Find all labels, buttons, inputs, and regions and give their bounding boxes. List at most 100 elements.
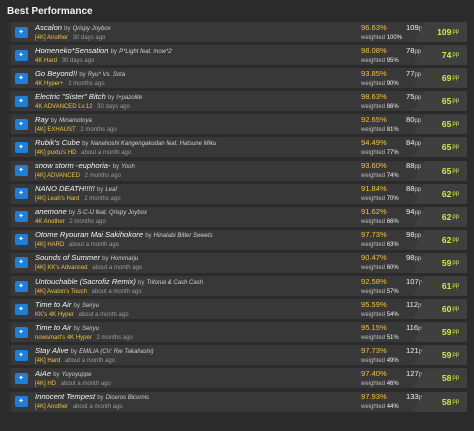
time-ago: about a month ago	[81, 149, 132, 156]
song-info: Stay Alive by EMILIA (CV: Rie Takahashi)…	[31, 345, 325, 365]
score-row[interactable]: ✦ Innocent Tempest by Diceros Bicornis […	[7, 391, 467, 412]
weighted-label: weighted	[361, 380, 387, 387]
weighted-pp-value: 62	[441, 211, 452, 222]
song-title[interactable]: Time to Air	[35, 300, 71, 309]
difficulty-name: [4K] Another	[35, 404, 69, 410]
song-info: anemone by S-C-U feat. Qrispy Joybox 4K …	[31, 207, 325, 227]
mania-mode-icon: ✦	[14, 396, 28, 407]
by-label: by	[73, 302, 80, 309]
difficulty-name: 4K Hyper+	[35, 80, 64, 87]
time-ago: 30 days ago	[72, 34, 106, 41]
score-row[interactable]: ✦ Time to Air by Seiryu nowsmart's 4K Hy…	[7, 322, 467, 343]
time-ago: 2 months ago	[80, 126, 117, 133]
song-title[interactable]: Time to Air	[35, 323, 71, 332]
score-row[interactable]: ✦ Stay Alive by EMILIA (CV: Rie Takahash…	[7, 345, 467, 366]
mode-icon-wrap: ✦	[11, 230, 31, 250]
score-row[interactable]: ✦ Electric "Sister" Bitch by t+pazolite …	[7, 91, 467, 112]
song-title[interactable]: Otome Ryouran Mai Sakihokore	[35, 230, 143, 239]
difficulty-name: [4K] Another	[35, 34, 69, 41]
mode-icon-wrap: ✦	[11, 392, 31, 412]
weighted-percent: 51%	[386, 334, 399, 341]
time-ago: about a month ago	[91, 288, 142, 295]
mania-mode-icon: ✦	[14, 372, 28, 384]
accuracy: 98.08%	[361, 45, 387, 55]
song-artist: Diceros Bicornis	[105, 395, 150, 401]
weighted-label: weighted	[361, 404, 387, 410]
song-title[interactable]: Homeneko*Sensation	[35, 46, 108, 55]
accuracy: 97.73%	[361, 345, 387, 355]
song-artist: Yuyoyuppe	[61, 371, 92, 378]
song-title[interactable]: Innocent Tempest	[35, 392, 95, 401]
score-row[interactable]: ✦ anemone by S-C-U feat. Qrispy Joybox 4…	[7, 206, 467, 227]
weighted-pp-unit: pp	[452, 144, 459, 151]
weighted-pp-unit: pp	[452, 352, 459, 359]
by-label: by	[145, 233, 152, 240]
difficulty-name: [4K] HARD	[35, 242, 65, 249]
score-row[interactable]: ✦ Rubik's Cube by Nanahoshi Kangengakuda…	[7, 137, 467, 158]
song-title[interactable]: Stay Alive	[35, 346, 68, 355]
song-artist: Tritonal & Cash Cash	[146, 279, 204, 286]
song-title[interactable]: Go Beyond!!	[35, 69, 77, 78]
by-label: by	[107, 94, 115, 101]
weighted-pp-value: 59	[441, 350, 452, 361]
time-ago: 30 days ago	[61, 57, 95, 64]
score-row[interactable]: ✦ Ray by Minamotoya [4K] EXHAUST 2 month…	[7, 114, 467, 135]
raw-pp: 88pp	[406, 184, 421, 195]
weighted-percent: 74%	[386, 173, 399, 180]
score-row[interactable]: ✦ Time to Air by Seiryu KK's 4K Hyper ab…	[7, 299, 467, 320]
weighted-pp-unit: pp	[452, 259, 459, 266]
by-label: by	[138, 279, 145, 286]
score-row[interactable]: ✦ NANO DEATH!!!!! by Leaf [4K] Leah's Ha…	[7, 183, 467, 204]
song-title[interactable]: anemone	[35, 207, 67, 216]
weighted-pp-value: 74	[441, 50, 452, 61]
weighted-label: weighted	[361, 196, 387, 203]
weighted-label: weighted	[361, 242, 387, 249]
song-title[interactable]: Ray	[35, 115, 49, 124]
score-row[interactable]: ✦ Otome Ryouran Mai Sakihokore by Hinata…	[7, 229, 467, 250]
weighted-percent: 86%	[386, 103, 399, 110]
score-row[interactable]: ✦ Sounds of Summer by Hommarju [4K] KK's…	[7, 252, 467, 273]
weighted-pp-unit: pp	[452, 398, 459, 405]
weighted-pp-value: 58	[441, 396, 452, 407]
song-artist: Hinatabi Bitter Sweets	[153, 233, 213, 240]
weighted-pp-value: 65	[441, 142, 452, 153]
song-info: Innocent Tempest by Diceros Bicornis [4K…	[31, 392, 325, 412]
mania-mode-icon: ✦	[14, 26, 28, 38]
raw-pp: 84pp	[406, 138, 421, 149]
score-row[interactable]: ✦ Homeneko*Sensation by P*Light feat. mo…	[7, 45, 467, 66]
song-title[interactable]: Electric "Sister" Bitch	[35, 92, 106, 101]
song-title[interactable]: Sounds of Summer	[35, 253, 100, 262]
score-row[interactable]: ✦ Untouchable (Sacrofiz Remix) by Triton…	[7, 276, 467, 297]
time-ago: 2 months ago	[69, 219, 106, 226]
accuracy: 91.62%	[361, 207, 387, 217]
mania-mode-icon: ✦	[14, 349, 28, 361]
score-row[interactable]: ✦ Ascalon by Qrispy Joybox [4K] Another …	[7, 22, 467, 42]
weighted-pp-value: 109	[437, 27, 452, 37]
score-row[interactable]: ✦ Go Beyond!! by Ryu* Vs. Sota 4K Hyper+…	[7, 68, 467, 89]
score-row[interactable]: ✦ AiAe by Yuyoyuppe [4K] HD about a mont…	[7, 368, 467, 389]
song-info: Homeneko*Sensation by P*Light feat. mow*…	[31, 45, 325, 65]
weighted-percent: 44%	[386, 404, 399, 410]
song-title[interactable]: Rubik's Cube	[35, 138, 80, 147]
mode-icon-wrap: ✦	[11, 184, 31, 204]
time-ago: 2 months ago	[96, 334, 133, 341]
score-row[interactable]: ✦ snow storm -euphoria- by Yooh [4K] ADV…	[7, 160, 467, 181]
weighted-pp-unit: pp	[452, 236, 459, 243]
song-title[interactable]: snow storm -euphoria-	[35, 161, 111, 170]
weighted-label: weighted	[361, 126, 387, 133]
song-title[interactable]: Untouchable (Sacrofiz Remix)	[35, 277, 136, 286]
song-artist: Seiryu	[81, 302, 99, 309]
song-title[interactable]: NANO DEATH!!!!!	[35, 184, 95, 193]
song-info: Electric "Sister" Bitch by t+pazolite 4K…	[31, 91, 325, 111]
weighted-pp-unit: pp	[452, 375, 459, 382]
weighted-pp-unit: pp	[452, 121, 459, 128]
by-label: by	[82, 140, 89, 147]
weighted-pp-value: 65	[441, 96, 452, 107]
song-title[interactable]: AiAe	[35, 369, 51, 378]
raw-pp: 80pp	[406, 115, 421, 126]
song-title[interactable]: Ascalon	[35, 23, 62, 32]
difficulty-name: nowsmart's 4K Hyper	[35, 334, 92, 341]
mania-mode-icon: ✦	[14, 72, 28, 84]
mania-mode-icon: ✦	[14, 188, 28, 200]
accuracy: 92.65%	[361, 114, 387, 124]
